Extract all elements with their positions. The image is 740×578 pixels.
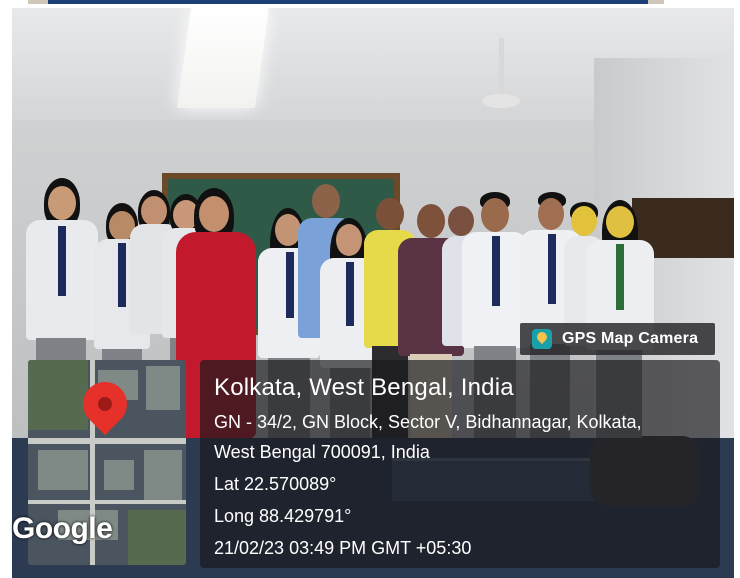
watermark-app-name: GPS Map Camera bbox=[562, 330, 699, 347]
top-strip bbox=[28, 0, 664, 4]
location-title: Kolkata, West Bengal, India bbox=[214, 374, 514, 401]
ceiling-fan bbox=[482, 94, 520, 108]
location-info-box: Kolkata, West Bengal, India GN - 34/2, G… bbox=[200, 360, 720, 568]
location-marker-dot bbox=[98, 397, 112, 411]
map-pin-icon bbox=[532, 329, 552, 349]
gps-map-camera-watermark: GPS Map Camera bbox=[520, 323, 715, 355]
address-line-2: West Bengal 700091, India bbox=[214, 442, 430, 462]
ceiling-light bbox=[176, 8, 270, 108]
google-logo: Google bbox=[12, 512, 113, 545]
ceiling-fan-rod bbox=[499, 38, 504, 98]
timestamp: 21/02/23 03:49 PM GMT +05:30 bbox=[214, 538, 472, 558]
photo-frame: GPS Map Camera Google Kolkata, West Beng… bbox=[0, 0, 740, 578]
longitude: Long 88.429791° bbox=[214, 506, 352, 526]
latitude: Lat 22.570089° bbox=[214, 474, 337, 494]
address-line-1: GN - 34/2, GN Block, Sector V, Bidhannag… bbox=[214, 412, 642, 432]
